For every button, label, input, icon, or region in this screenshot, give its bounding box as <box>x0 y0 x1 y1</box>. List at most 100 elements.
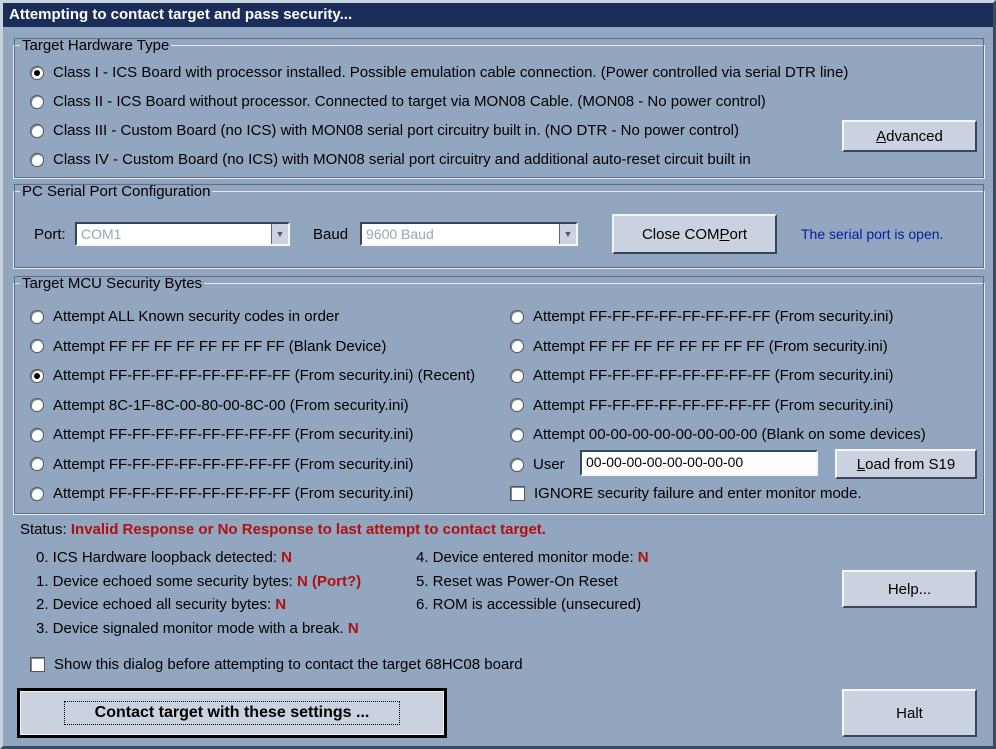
status-item-text: 2. Device echoed all security bytes: <box>36 596 272 613</box>
halt-button[interactable]: Halt <box>842 689 977 737</box>
radio-button[interactable] <box>30 94 44 109</box>
status-item-flag: N <box>347 619 359 637</box>
status-item: 0. ICS Hardware loopback detected: N <box>36 549 292 566</box>
radio-button[interactable] <box>510 309 524 324</box>
radio-button[interactable] <box>30 457 44 471</box>
hardware-type-option-label: Class IV - Custom Board (no ICS) with MO… <box>53 151 751 168</box>
show-dialog-label: Show this dialog before attempting to co… <box>54 656 523 673</box>
hardware-type-option[interactable]: Class IV - Custom Board (no ICS) with MO… <box>30 151 751 168</box>
radio-button[interactable] <box>30 427 44 442</box>
security-option-label: Attempt FF-FF-FF-FF-FF-FF-FF-FF (From se… <box>533 308 894 325</box>
hardware-type-option[interactable]: Class I - ICS Board with processor insta… <box>30 64 848 81</box>
ignore-security-checkbox[interactable]: IGNORE security failure and enter monito… <box>510 485 862 502</box>
status-item-flag: N <box>637 549 649 566</box>
radio-button[interactable] <box>30 309 44 324</box>
security-option[interactable]: Attempt ALL Known security codes in orde… <box>30 308 339 325</box>
load-from-s19-button[interactable]: Load from S19 <box>835 449 977 479</box>
status-item: 3. Device signaled monitor mode with a b… <box>36 620 359 637</box>
status-item-text: 6. ROM is accessible (unsecured) <box>416 596 642 613</box>
security-option-label: Attempt FF-FF-FF-FF-FF-FF-FF-FF (From se… <box>53 367 476 384</box>
hardware-type-option-label: Class I - ICS Board with processor insta… <box>53 64 849 81</box>
radio-button[interactable] <box>30 65 44 80</box>
contact-target-label: Contact target with these settings ... <box>63 701 401 725</box>
contact-target-button[interactable]: Contact target with these settings ... <box>17 688 447 738</box>
serial-port-legend: PC Serial Port Configuration <box>22 183 211 200</box>
help-button[interactable]: Help... <box>842 570 977 608</box>
radio-button[interactable] <box>30 486 44 501</box>
security-option-label: Attempt 00-00-00-00-00-00-00-00 (Blank o… <box>533 426 926 443</box>
hardware-type-legend: Target Hardware Type <box>22 37 170 54</box>
security-option-label: Attempt FF FF FF FF FF FF FF FF (Blank D… <box>53 337 387 355</box>
radio-button[interactable] <box>510 339 524 353</box>
status-item: 4. Device entered monitor mode: N <box>416 549 649 566</box>
user-label: User <box>533 456 565 473</box>
show-dialog-checkbox[interactable]: Show this dialog before attempting to co… <box>30 656 523 673</box>
port-select[interactable]: COM1 ▼ <box>75 222 290 246</box>
security-option-label: Attempt FF-FF-FF-FF-FF-FF-FF-FF (From se… <box>53 455 414 473</box>
chevron-down-icon[interactable]: ▼ <box>271 224 288 244</box>
status-item: 2. Device echoed all security bytes: N <box>36 596 286 613</box>
radio-button[interactable] <box>510 398 524 412</box>
baud-label: Baud <box>313 226 349 243</box>
ignore-security-label: IGNORE security failure and enter monito… <box>534 485 862 502</box>
port-label: Port: <box>34 226 66 243</box>
security-option[interactable]: Attempt FF-FF-FF-FF-FF-FF-FF-FF (From se… <box>510 397 893 414</box>
security-option[interactable]: Attempt FF FF FF FF FF FF FF FF (From se… <box>510 338 888 355</box>
status-item: 1. Device echoed some security bytes: N … <box>36 573 361 590</box>
hardware-type-option-label: Class III - Custom Board (no ICS) with M… <box>53 122 740 139</box>
status-item: 6. ROM is accessible (unsecured) <box>416 596 641 613</box>
security-bytes-legend: Target MCU Security Bytes <box>22 275 203 292</box>
status-item-text: 3. Device signaled monitor mode with a b… <box>36 619 344 637</box>
security-option-label: Attempt 8C-1F-8C-00-80-00-8C-00 (From se… <box>53 396 409 414</box>
radio-button[interactable] <box>510 427 524 442</box>
hardware-type-option-label: Class II - ICS Board without processor. … <box>53 93 766 110</box>
baud-value: 9600 Baud <box>366 226 434 242</box>
user-security-option[interactable]: User <box>510 456 565 473</box>
checkbox[interactable] <box>510 486 525 501</box>
radio-button[interactable] <box>30 152 44 167</box>
security-option[interactable]: Attempt FF-FF-FF-FF-FF-FF-FF-FF (From se… <box>30 367 475 384</box>
security-option[interactable]: Attempt FF-FF-FF-FF-FF-FF-FF-FF (From se… <box>30 456 413 473</box>
status-item-text: 0. ICS Hardware loopback detected: <box>36 549 277 566</box>
checkbox[interactable] <box>30 657 45 672</box>
status-item-flag: N <box>281 549 292 566</box>
radio-button[interactable] <box>30 123 44 138</box>
status-message: Invalid Response or No Response to last … <box>70 521 546 538</box>
close-com-port-button[interactable]: Close COM Port <box>612 214 777 254</box>
security-option[interactable]: Attempt 00-00-00-00-00-00-00-00 (Blank o… <box>510 426 926 443</box>
radio-button[interactable] <box>510 457 524 472</box>
port-value: COM1 <box>81 226 122 242</box>
security-option-label: Attempt ALL Known security codes in orde… <box>53 308 340 325</box>
serial-status-text: The serial port is open. <box>801 226 944 242</box>
status-item-text: 1. Device echoed some security bytes: <box>36 572 293 590</box>
status-line: Status: Invalid Response or No Response … <box>20 521 546 538</box>
security-option[interactable]: Attempt 8C-1F-8C-00-80-00-8C-00 (From se… <box>30 397 409 414</box>
radio-button[interactable] <box>30 398 44 412</box>
radio-button[interactable] <box>510 368 524 383</box>
status-item-text: 4. Device entered monitor mode: <box>416 549 634 566</box>
radio-button[interactable] <box>30 368 44 383</box>
status-item-flag: N <box>275 596 287 613</box>
security-option-label: Attempt FF-FF-FF-FF-FF-FF-FF-FF (From se… <box>53 485 414 502</box>
status-item-flag: N (Port?) <box>296 572 362 590</box>
baud-select[interactable]: 9600 Baud ▼ <box>360 222 578 246</box>
hardware-type-option[interactable]: Class III - Custom Board (no ICS) with M… <box>30 122 739 139</box>
status-item: 5. Reset was Power-On Reset <box>416 573 618 590</box>
chevron-down-icon[interactable]: ▼ <box>559 224 576 244</box>
security-option-label: Attempt FF FF FF FF FF FF FF FF (From se… <box>533 337 888 355</box>
security-option[interactable]: Attempt FF-FF-FF-FF-FF-FF-FF-FF (From se… <box>510 367 893 384</box>
security-option[interactable]: Attempt FF-FF-FF-FF-FF-FF-FF-FF (From se… <box>510 308 893 325</box>
security-option-label: Attempt FF-FF-FF-FF-FF-FF-FF-FF (From se… <box>53 426 414 443</box>
security-option[interactable]: Attempt FF-FF-FF-FF-FF-FF-FF-FF (From se… <box>30 426 413 443</box>
status-label: Status: <box>20 521 67 538</box>
advanced-button[interactable]: Advanced <box>842 120 977 152</box>
user-security-input[interactable]: 00-00-00-00-00-00-00-00 <box>580 450 818 476</box>
radio-button[interactable] <box>30 339 44 353</box>
security-option[interactable]: Attempt FF-FF-FF-FF-FF-FF-FF-FF (From se… <box>30 485 413 502</box>
dialog-title: Attempting to contact target and pass se… <box>3 3 993 27</box>
hardware-type-option[interactable]: Class II - ICS Board without processor. … <box>30 93 766 110</box>
status-item-text: 5. Reset was Power-On Reset <box>416 572 618 590</box>
security-option[interactable]: Attempt FF FF FF FF FF FF FF FF (Blank D… <box>30 338 386 355</box>
security-option-label: Attempt FF-FF-FF-FF-FF-FF-FF-FF (From se… <box>533 367 894 384</box>
security-option-label: Attempt FF-FF-FF-FF-FF-FF-FF-FF (From se… <box>533 396 894 414</box>
